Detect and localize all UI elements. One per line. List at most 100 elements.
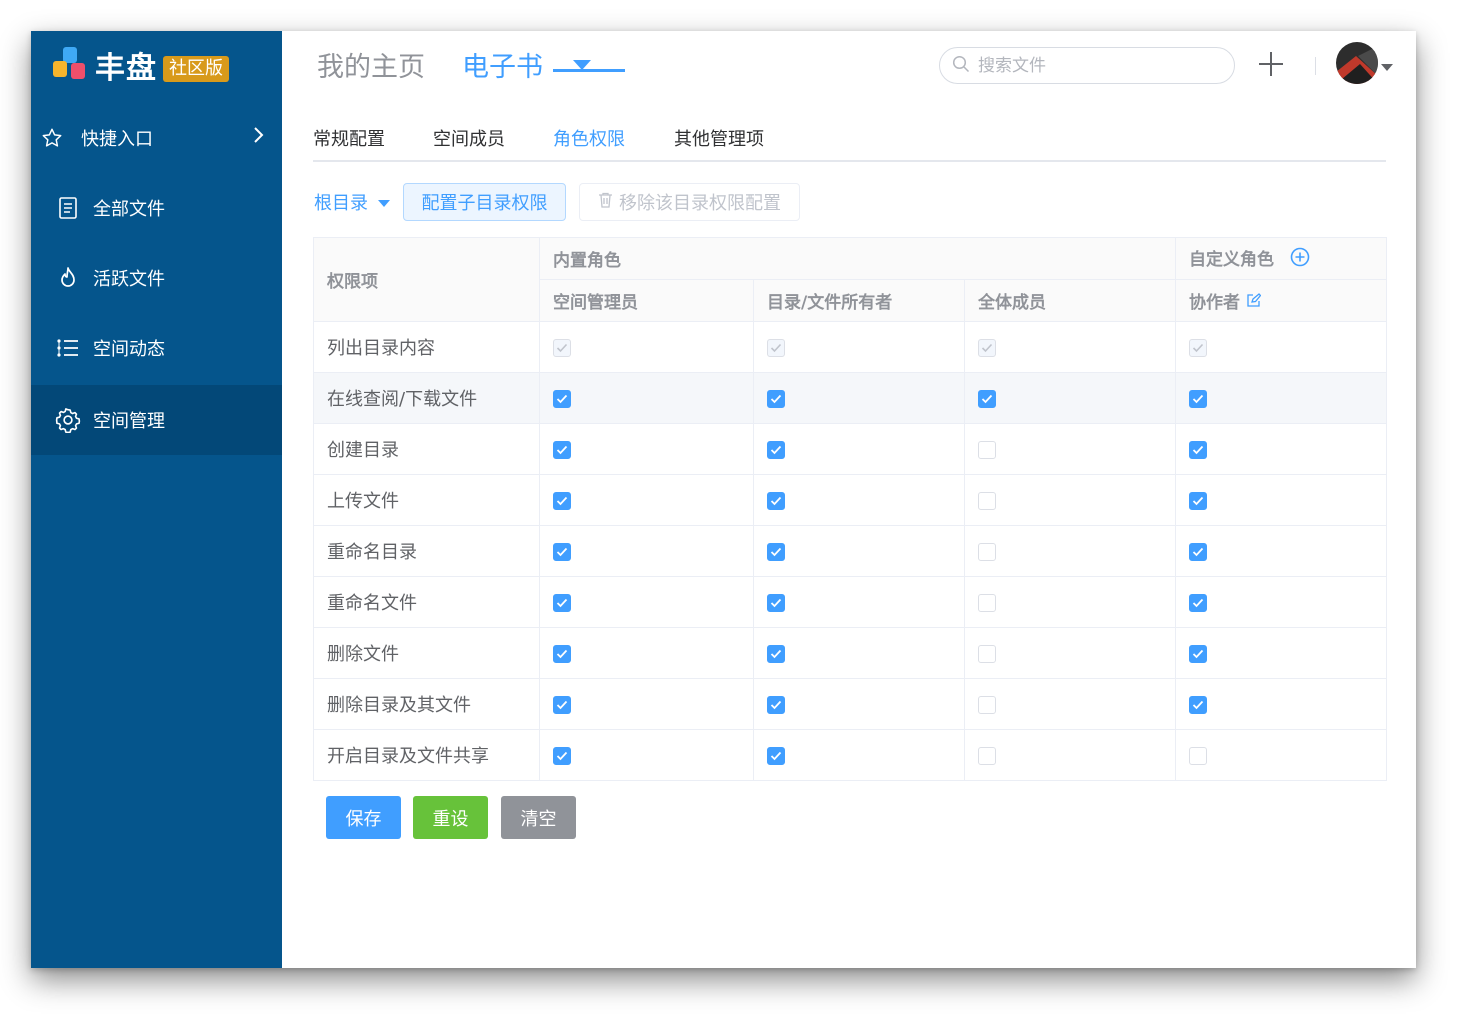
app-name: 丰盘: [95, 51, 157, 86]
permission-cell: [1175, 372, 1388, 424]
permission-label: 列出目录内容: [313, 321, 540, 373]
sidebar-item-active-files[interactable]: 活跃文件: [31, 243, 282, 313]
caret-down-icon: [374, 193, 390, 214]
add-plus-icon[interactable]: [1256, 49, 1286, 79]
permission-cell: [539, 627, 754, 679]
permission-checkbox: [767, 338, 785, 357]
caret-down-icon[interactable]: [572, 57, 592, 76]
permission-checkbox[interactable]: [978, 644, 996, 663]
permission-checkbox[interactable]: [553, 644, 571, 663]
permission-checkbox[interactable]: [978, 746, 996, 765]
permission-checkbox[interactable]: [978, 389, 996, 408]
logo[interactable]: 丰盘 社区版: [53, 45, 229, 86]
permission-label: 在线查阅/下载文件: [313, 372, 540, 424]
remove-directory-config-button[interactable]: 移除该目录权限配置: [579, 183, 800, 221]
sidebar-item-label: 空间管理: [93, 411, 165, 432]
sidebar-item-label: 全部文件: [93, 199, 165, 220]
search-box[interactable]: [939, 47, 1235, 84]
permission-checkbox[interactable]: [553, 491, 571, 510]
permission-cell: [1175, 423, 1388, 475]
permission-checkbox[interactable]: [767, 593, 785, 612]
permission-checkbox[interactable]: [553, 389, 571, 408]
save-button[interactable]: 保存: [326, 796, 401, 839]
header-custom-roles-label: 自定义角色: [1189, 249, 1275, 270]
configure-subdirectory-button[interactable]: 配置子目录权限: [403, 183, 566, 221]
tab-space-members[interactable]: 空间成员: [433, 125, 505, 162]
active-tab-indicator: [553, 69, 625, 72]
sidebar-item-label: 快捷入口: [81, 129, 153, 150]
button-label: 配置子目录权限: [421, 193, 548, 214]
permission-cell: [963, 627, 1177, 679]
edit-icon[interactable]: [1246, 293, 1262, 313]
permission-checkbox[interactable]: [978, 542, 996, 561]
permission-checkbox[interactable]: [1189, 593, 1208, 612]
tab-role-permissions[interactable]: 角色权限: [553, 125, 625, 162]
add-circle-icon[interactable]: [1290, 247, 1310, 272]
sidebar-item-space-management[interactable]: 空间管理: [31, 385, 282, 455]
permission-cell: [753, 729, 965, 781]
permission-label: 重命名目录: [313, 525, 540, 577]
permission-checkbox[interactable]: [1189, 746, 1208, 765]
permission-checkbox[interactable]: [553, 542, 571, 561]
header-role-all-members: 全体成员: [963, 279, 1177, 322]
timeline-list-icon: [55, 335, 81, 361]
permission-cell: [963, 423, 1177, 475]
permission-checkbox[interactable]: [553, 746, 571, 765]
permission-checkbox[interactable]: [767, 746, 785, 765]
permission-cell: [1175, 627, 1388, 679]
tab-general-config[interactable]: 常规配置: [313, 125, 385, 162]
permission-checkbox[interactable]: [978, 440, 996, 459]
permission-checkbox[interactable]: [767, 440, 785, 459]
permission-label: 删除目录及其文件: [313, 678, 540, 730]
root-directory-dropdown[interactable]: 根目录: [314, 189, 390, 215]
permission-cell: [753, 627, 965, 679]
permission-checkbox[interactable]: [1189, 440, 1208, 459]
permission-checkbox[interactable]: [1189, 491, 1208, 510]
permission-cell: [753, 525, 965, 577]
permission-cell: [1175, 525, 1388, 577]
permission-checkbox[interactable]: [1189, 542, 1208, 561]
permission-checkbox[interactable]: [978, 695, 996, 714]
chevron-right-icon: [252, 125, 266, 150]
search-input[interactable]: [978, 55, 1218, 76]
clear-button[interactable]: 清空: [501, 796, 576, 839]
permission-checkbox[interactable]: [978, 491, 996, 510]
table-row: 重命名目录: [313, 525, 1388, 577]
header-role-collaborator-label: 协作者: [1189, 293, 1241, 313]
home-link[interactable]: 我的主页: [317, 45, 425, 84]
permission-cell: [539, 321, 754, 373]
permission-checkbox[interactable]: [553, 695, 571, 714]
permission-cell: [539, 525, 754, 577]
tab-other-management[interactable]: 其他管理项: [674, 125, 764, 162]
permission-cell: [1175, 576, 1388, 628]
sidebar-item-quick-entry[interactable]: 快捷入口: [31, 103, 282, 173]
permission-cell: [753, 678, 965, 730]
sidebar-item-all-files[interactable]: 全部文件: [31, 173, 282, 243]
permission-checkbox[interactable]: [1189, 644, 1208, 663]
header-permission-item: 权限项: [313, 237, 540, 322]
caret-down-icon[interactable]: [1381, 57, 1393, 76]
table-row: 创建目录: [313, 423, 1388, 475]
permission-checkbox[interactable]: [1189, 389, 1208, 408]
permission-checkbox[interactable]: [553, 440, 571, 459]
divider: [1315, 57, 1316, 75]
permission-checkbox[interactable]: [767, 644, 785, 663]
permission-checkbox[interactable]: [767, 389, 785, 408]
permission-checkbox[interactable]: [767, 695, 785, 714]
root-label: 根目录: [314, 193, 368, 214]
permission-checkbox[interactable]: [767, 491, 785, 510]
table-row: 列出目录内容: [313, 321, 1388, 373]
sidebar-item-space-activity[interactable]: 空间动态: [31, 313, 282, 383]
table-row: 删除文件: [313, 627, 1388, 679]
permission-checkbox[interactable]: [767, 542, 785, 561]
permission-checkbox[interactable]: [978, 593, 996, 612]
permission-cell: [963, 576, 1177, 628]
sidebar-item-label: 空间动态: [93, 339, 165, 360]
reset-button[interactable]: 重设: [413, 796, 488, 839]
permission-cell: [539, 576, 754, 628]
avatar[interactable]: [1336, 42, 1378, 84]
permission-checkbox[interactable]: [1189, 695, 1208, 714]
permission-checkbox[interactable]: [553, 593, 571, 612]
flame-icon: [55, 265, 81, 291]
space-selector[interactable]: 电子书: [462, 45, 543, 84]
